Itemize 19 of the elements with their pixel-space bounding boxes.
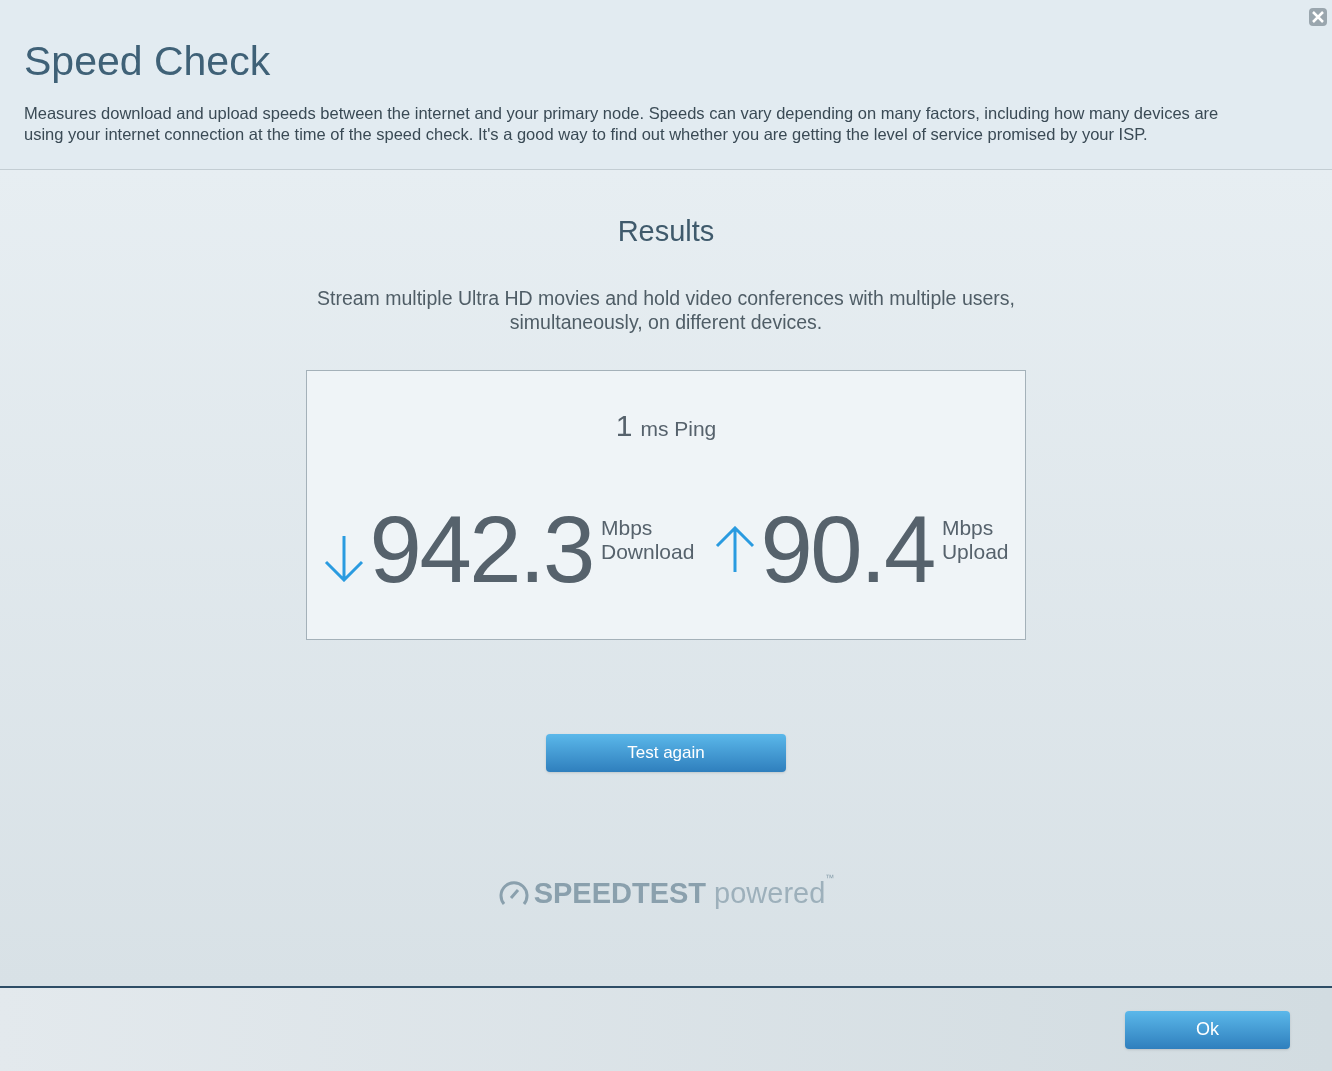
ok-button[interactable]: Ok xyxy=(1125,1010,1290,1049)
ping-label: ms Ping xyxy=(640,415,717,442)
description-text: Measures download and upload speeds between the internet and your primary node. Speeds can vary depending on many factors, including how many devices are using your internet connection at the time of the speed check. It's a good way to find out whether you are getting the level of service promised by your ISP. xyxy=(24,103,1220,146)
speed-unit: Mbps xyxy=(600,515,654,540)
close-icon xyxy=(1312,11,1324,23)
down-arrow-icon xyxy=(323,533,366,582)
speed-unit: Mbps xyxy=(941,515,995,540)
speed-label: Upload xyxy=(941,539,1009,564)
speed-value: 90.4 xyxy=(760,509,934,590)
close-button[interactable] xyxy=(1309,8,1327,26)
speed-value: 942.3 xyxy=(369,509,593,590)
results-summary: Stream multiple Ultra HD movies and hold video conferences with multiple users, simultaneously, on different devices. xyxy=(316,285,1016,334)
speedtest-logo: SPEEDTEST powered™ xyxy=(497,871,835,916)
speed-label: Download xyxy=(600,539,695,564)
ping-value: 1 xyxy=(615,407,633,444)
test-again-button[interactable]: Test again xyxy=(546,733,786,772)
up-arrow-icon xyxy=(714,525,757,574)
dialog-title: Speed Check xyxy=(24,37,272,86)
results-heading: Results xyxy=(617,214,715,250)
